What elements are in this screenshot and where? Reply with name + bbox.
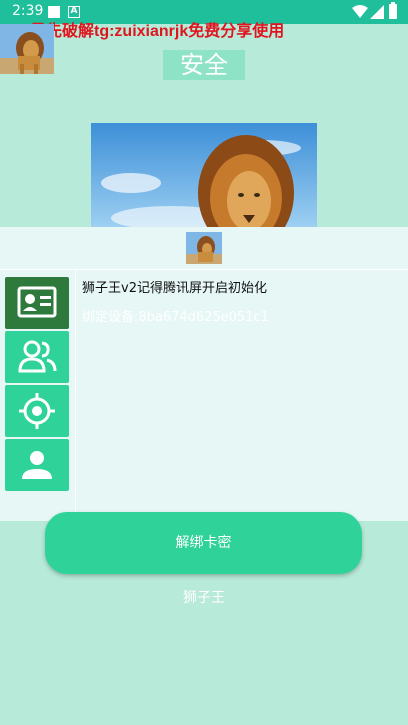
- users-icon: [18, 340, 57, 373]
- id-card-icon: [17, 286, 57, 318]
- main-panel: 狮子王v2记得腾讯屏开启初始化 绑定设备:8ba674d625e051c1: [0, 227, 408, 521]
- side-nav-profile[interactable]: [5, 439, 69, 491]
- battery-icon: [389, 2, 397, 19]
- crosshair-icon: [19, 393, 55, 429]
- app-logo-image: [0, 24, 54, 74]
- app-name-label: 狮子王: [183, 590, 225, 606]
- panel-header: [0, 227, 408, 270]
- panel-header-image: [186, 232, 222, 264]
- side-nav: [0, 270, 76, 521]
- panel-title: 狮子王v2记得腾讯屏开启初始化: [82, 281, 267, 296]
- security-status-badge: 安全: [163, 50, 245, 80]
- person-icon: [22, 451, 52, 479]
- promo-banner-text: 最先破解tg:zuixianrjk免费分享使用: [30, 23, 285, 40]
- side-nav-id-card[interactable]: [5, 277, 69, 329]
- hero-lion-image: [91, 123, 317, 228]
- side-nav-users[interactable]: [5, 331, 69, 383]
- side-nav-location[interactable]: [5, 385, 69, 437]
- bound-device-text: 绑定设备:8ba674d625e051c1: [82, 310, 269, 325]
- unbind-card-button[interactable]: 解绑卡密: [45, 512, 362, 574]
